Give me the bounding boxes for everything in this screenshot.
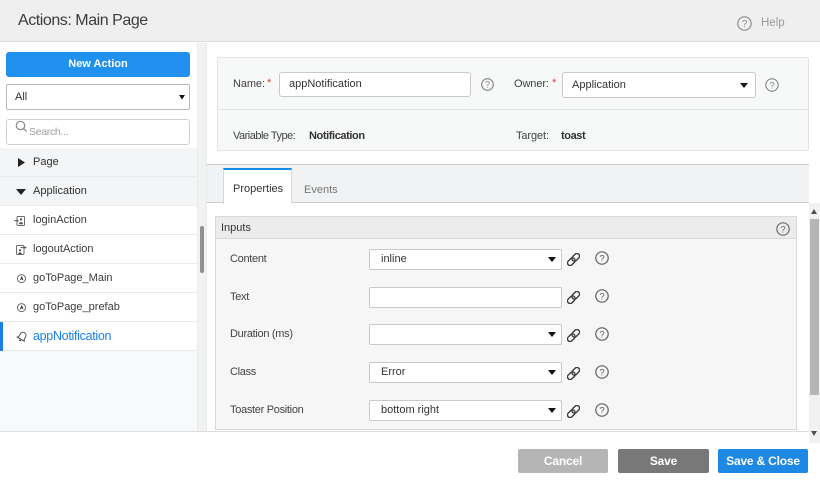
svg-text:?: ? [769,80,774,91]
svg-text:?: ? [599,291,604,302]
svg-text:?: ? [599,329,604,340]
svg-text:?: ? [485,80,490,90]
svg-text:?: ? [599,405,604,416]
svg-text:?: ? [599,367,604,378]
svg-text:?: ? [742,19,748,30]
svg-text:?: ? [780,224,785,235]
svg-text:?: ? [599,253,604,264]
